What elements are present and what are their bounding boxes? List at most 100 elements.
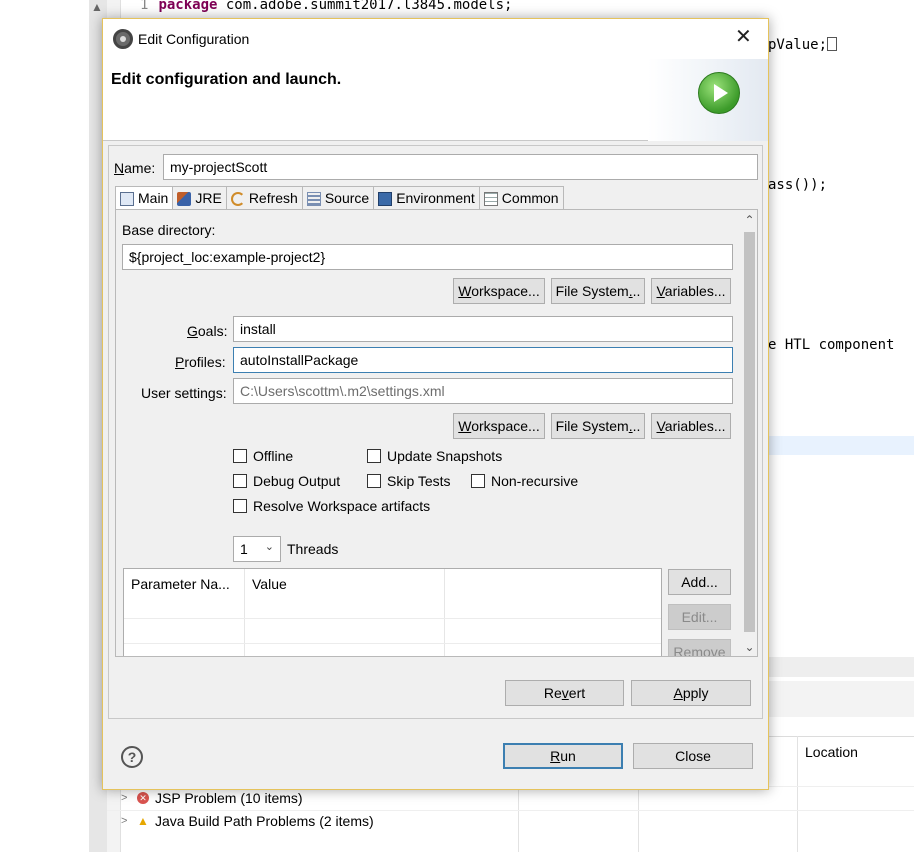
tab-source[interactable]: Source <box>302 186 375 210</box>
update-snapshots-checkbox[interactable]: Update Snapshots <box>367 448 502 464</box>
checkbox-box[interactable] <box>233 499 247 513</box>
param-name-column-header[interactable]: Parameter Na... <box>124 569 237 599</box>
settings-variables-button[interactable]: Variables... <box>651 413 731 439</box>
user-settings-label: User settings: <box>141 385 227 401</box>
problems-header-line <box>768 736 914 737</box>
tab-label: Environment <box>396 190 475 206</box>
add-parameter-button[interactable]: Add... <box>668 569 731 595</box>
problems-column-divider <box>797 736 798 852</box>
edit-parameter-button[interactable]: Edit... <box>668 604 731 630</box>
tab-label: JRE <box>195 190 222 206</box>
settings-workspace-button[interactable]: Workspace... <box>453 413 545 439</box>
checkbox-box[interactable] <box>367 474 381 488</box>
threads-label: Threads <box>287 541 339 557</box>
revert-button[interactable]: Revert <box>505 680 624 706</box>
checkbox-label: Non-recursive <box>491 473 579 489</box>
profiles-label: Profiles: <box>175 354 226 370</box>
tab-refresh[interactable]: Refresh <box>226 186 303 210</box>
view-tabbar <box>768 681 914 717</box>
threads-select[interactable]: 1 ⌄ <box>233 536 281 562</box>
checkbox-label: Resolve Workspace artifacts <box>253 498 431 514</box>
goals-input[interactable]: install <box>233 316 733 342</box>
checkbox-label: Skip Tests <box>387 473 451 489</box>
problem-row-jsp[interactable]: > ✕ JSP Problem (10 items) <box>121 790 303 806</box>
apply-button[interactable]: Apply <box>631 680 751 706</box>
refresh-icon <box>230 192 245 206</box>
tab-common[interactable]: Common <box>479 186 564 210</box>
resolve-workspace-checkbox[interactable]: Resolve Workspace artifacts <box>233 498 430 514</box>
checkbox-label: Debug Output <box>253 473 341 489</box>
chevron-down-icon[interactable]: ⌄ <box>265 540 274 553</box>
user-settings-input[interactable]: C:\Users\scottm\.m2\settings.xml <box>233 378 733 404</box>
remove-parameter-button[interactable]: Remove <box>668 639 731 656</box>
chevron-right-icon[interactable]: > <box>121 792 131 804</box>
error-icon: ✕ <box>137 792 149 804</box>
location-column-header[interactable]: Location <box>805 744 858 760</box>
dialog-titlebar[interactable]: Edit Configuration ✕ <box>103 19 768 59</box>
tab-label: Main <box>138 190 169 206</box>
debug-output-checkbox[interactable]: Debug Output <box>233 473 340 489</box>
close-button[interactable]: Close <box>633 743 753 769</box>
tab-label: Refresh <box>248 190 298 206</box>
keyword-package: package <box>158 0 218 13</box>
param-value-column-header[interactable]: Value <box>245 569 294 599</box>
checkbox-box[interactable] <box>233 474 247 488</box>
table-row-line <box>124 618 661 619</box>
help-icon[interactable]: ? <box>121 746 143 768</box>
tab-jre[interactable]: JRE <box>173 186 227 210</box>
current-line-highlight <box>768 436 914 455</box>
problems-row-line <box>107 810 914 811</box>
main-tab-panel: Base directory: ${project_loc:example-pr… <box>115 209 758 657</box>
parameters-table[interactable]: Parameter Na... Value <box>123 568 662 656</box>
gear-icon <box>113 29 133 49</box>
common-icon <box>483 192 498 206</box>
code-fragment-value: pValue; <box>768 37 838 53</box>
tab-label: Common <box>501 190 559 206</box>
run-button[interactable]: Run <box>503 743 623 769</box>
scrollbar-thumb[interactable] <box>744 232 755 632</box>
name-label: Name: <box>114 160 156 176</box>
base-variables-button[interactable]: Variables... <box>651 278 731 304</box>
base-workspace-button[interactable]: Workspace... <box>453 278 545 304</box>
chevron-down-icon[interactable]: ⌄ <box>741 639 757 656</box>
tab-environment[interactable]: Environment <box>374 186 480 210</box>
tab-main[interactable]: Main <box>115 186 174 211</box>
skip-tests-checkbox[interactable]: Skip Tests <box>367 473 451 489</box>
non-recursive-checkbox[interactable]: Non-recursive <box>471 473 578 489</box>
checkbox-box[interactable] <box>367 449 381 463</box>
banner-message: Edit configuration and launch. <box>111 71 342 88</box>
problem-row-build-path[interactable]: > ▲ Java Build Path Problems (2 items) <box>121 813 374 829</box>
source-icon <box>306 192 321 206</box>
table-row-line <box>124 643 661 644</box>
editor-divider <box>768 657 914 677</box>
profiles-input[interactable]: autoInstallPackage <box>233 347 733 373</box>
chevron-up-icon[interactable]: ⌃ <box>741 212 757 229</box>
editor-scroll-up-icon[interactable]: ▲ <box>91 0 103 14</box>
base-file-system-button[interactable]: File System... <box>551 278 645 304</box>
edit-configuration-dialog: Edit Configuration ✕ Edit configuration … <box>102 18 769 790</box>
line-number: 1 <box>140 0 149 13</box>
run-icon <box>698 72 740 114</box>
base-directory-input[interactable]: ${project_loc:example-project2} <box>122 244 733 270</box>
checkbox-label: Offline <box>253 448 294 464</box>
tab-bar: Main JRE Refresh Source Environment Comm… <box>115 186 564 211</box>
warning-icon: ▲ <box>137 814 149 828</box>
checkbox-box[interactable] <box>233 449 247 463</box>
offline-checkbox[interactable]: Offline <box>233 448 293 464</box>
threads-value: 1 <box>240 541 248 557</box>
base-directory-label: Base directory: <box>122 222 216 238</box>
name-input[interactable]: my-projectScott <box>163 154 758 180</box>
dialog-title: Edit Configuration <box>138 31 250 47</box>
jre-icon <box>177 192 192 206</box>
text-cursor-box <box>827 37 838 51</box>
code-fragment-class: ass()); <box>768 177 828 193</box>
panel-scrollbar[interactable]: ⌃ ⌄ <box>741 210 757 656</box>
environment-icon <box>378 192 393 206</box>
close-icon[interactable]: ✕ <box>735 27 752 47</box>
checkbox-box[interactable] <box>471 474 485 488</box>
checkbox-label: Update Snapshots <box>387 448 503 464</box>
chevron-right-icon[interactable]: > <box>121 815 131 827</box>
settings-file-system-button[interactable]: File System... <box>551 413 645 439</box>
tab-label: Source <box>324 190 370 206</box>
package-name: com.adobe.summit2017.l3845.models; <box>217 0 513 13</box>
